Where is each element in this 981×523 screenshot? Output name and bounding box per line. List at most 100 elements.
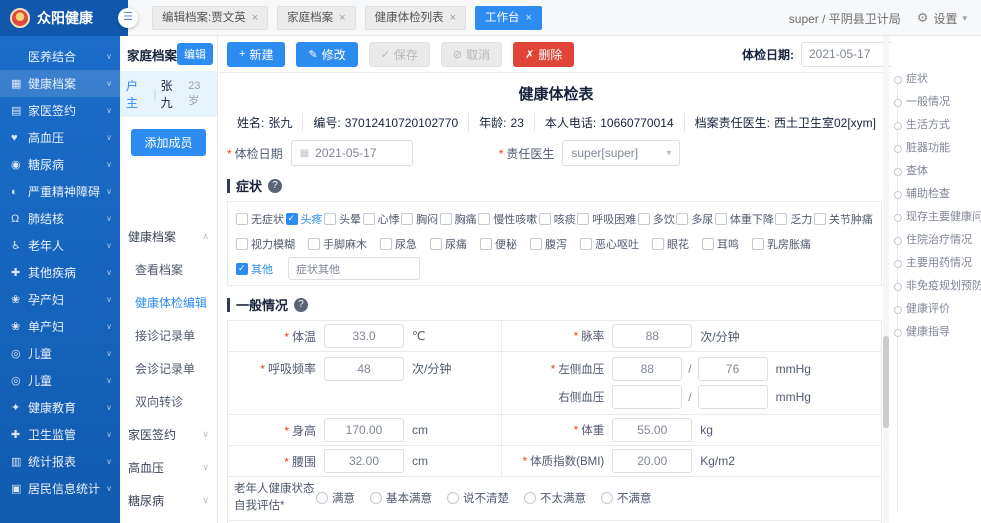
symptom-checkbox[interactable]: 恶心呕吐 (580, 236, 639, 252)
exam-date-input[interactable]: ▦ 2021-05-17 (291, 140, 413, 166)
radio-option[interactable]: 满意 (316, 490, 355, 506)
symptom-checkbox[interactable]: 无症状 (236, 211, 284, 227)
symptom-checkbox[interactable]: 腹泻 (530, 236, 567, 252)
anchor-nav-item[interactable]: 主要用药情况 (892, 252, 981, 275)
sidebar-item[interactable]: ▣ 居民信息统计 ∨ (0, 475, 120, 502)
pulse-input[interactable]: 88 (612, 324, 692, 348)
radio-option[interactable]: 不满意 (601, 490, 652, 506)
symptom-checkbox[interactable]: 尿痛 (430, 236, 467, 252)
symptom-checkbox[interactable]: 眼花 (652, 236, 689, 252)
menu-item[interactable]: 查看档案 (120, 253, 217, 286)
sidebar-item[interactable]: ◎ 儿童 ∨ (0, 367, 120, 394)
symptom-checkbox[interactable]: 慢性咳嗽 (478, 211, 537, 227)
anchor-nav-item[interactable]: 一般情况 (892, 91, 981, 114)
sidebar-item[interactable]: ♥ 高血压 ∨ (0, 124, 120, 151)
anchor-nav-item[interactable]: 健康评价 (892, 298, 981, 321)
anchor-nav-item[interactable]: 非免疫规划预防接种史 (892, 275, 981, 298)
menu-item[interactable]: 双向转诊 (120, 385, 217, 418)
symptom-checkbox[interactable]: 关节肿痛 (814, 211, 873, 227)
sidebar-item[interactable]: ❀ 单产妇 ∨ (0, 313, 120, 340)
menu-section-collapsed[interactable]: 糖尿病 ∨ (120, 484, 217, 517)
symptom-checkbox[interactable]: 胸痛 (440, 211, 477, 227)
radio-option[interactable]: 基本满意 (370, 490, 432, 506)
toolbar-button[interactable]: ⊘ 取消 (441, 42, 502, 67)
symptom-checkbox[interactable]: 心悸 (363, 211, 400, 227)
anchor-nav-item[interactable]: 住院治疗情况 (892, 229, 981, 252)
sidebar-item[interactable]: ◎ 儿童 ∨ (0, 340, 120, 367)
menu-section-health-archive[interactable]: 健康档案 ∧ (120, 220, 217, 253)
bp-right-systolic-input[interactable] (612, 385, 682, 409)
radio-option[interactable]: 说不清楚 (447, 490, 509, 506)
bmi-input[interactable]: 20.00 (612, 449, 692, 473)
anchor-nav-item[interactable]: 脏器功能 (892, 137, 981, 160)
menu-item[interactable]: 接诊记录单 (120, 319, 217, 352)
close-icon[interactable]: × (450, 7, 456, 29)
breath-input[interactable]: 48 (324, 357, 404, 381)
tab[interactable]: 编辑档案:贾文英 × (152, 6, 268, 30)
radio-option[interactable]: 不太满意 (524, 490, 586, 506)
symptom-checkbox[interactable]: 耳鸣 (702, 236, 739, 252)
sidebar-item[interactable]: ▦ 健康档案 ∨ (0, 70, 120, 97)
temperature-input[interactable]: 33.0 (324, 324, 404, 348)
symptom-checkbox[interactable]: 头疼 (286, 211, 323, 227)
edit-family-button[interactable]: 编辑 (177, 43, 213, 65)
symptom-checkbox[interactable]: 视力模糊 (236, 236, 295, 252)
symptom-checkbox[interactable]: 便秘 (480, 236, 517, 252)
toolbar-button[interactable]: ✎ 修改 (296, 42, 357, 67)
add-member-button[interactable]: 添加成员 (131, 129, 205, 156)
sidebar-item[interactable]: 医养结合 ∨ (0, 43, 120, 70)
symptom-checkbox[interactable]: 头晕 (324, 211, 361, 227)
help-icon[interactable]: ? (294, 298, 308, 312)
close-icon[interactable]: × (526, 7, 532, 29)
family-member-row[interactable]: 户主 | 张九 23岁 (120, 71, 217, 117)
symptom-checkbox[interactable]: 多尿 (676, 211, 713, 227)
bp-right-diastolic-input[interactable] (698, 385, 768, 409)
bp-left-systolic-input[interactable]: 88 (612, 357, 682, 381)
sidebar-item[interactable]: ◉ 糖尿病 ∨ (0, 151, 120, 178)
menu-section-collapsed[interactable]: 其他疾病 ∨ (120, 517, 217, 523)
sidebar-item[interactable]: ▤ 家医签约 ∨ (0, 97, 120, 124)
anchor-nav-item[interactable]: 现存主要健康问题 (892, 206, 981, 229)
height-input[interactable]: 170.00 (324, 418, 404, 442)
sidebar-collapse-icon[interactable]: ☰ (118, 8, 138, 28)
tab[interactable]: 健康体检列表 × (365, 6, 466, 30)
sidebar-item[interactable]: ❀ 孕产妇 ∨ (0, 286, 120, 313)
menu-section-collapsed[interactable]: 家医签约 ∨ (120, 418, 217, 451)
sidebar-item[interactable]: Ω 肺结核 ∨ (0, 205, 120, 232)
anchor-nav-item[interactable]: 辅助检查 (892, 183, 981, 206)
symptom-checkbox[interactable]: 乏力 (775, 211, 812, 227)
symptom-other-input[interactable]: 症状其他 (288, 257, 420, 280)
anchor-nav-item[interactable]: 症状 (892, 68, 981, 91)
symptom-checkbox[interactable]: 呼吸困难 (577, 211, 636, 227)
help-icon[interactable]: ? (268, 179, 282, 193)
settings-menu[interactable]: ⚙ 设置 ▾ (917, 10, 967, 27)
close-icon[interactable]: × (252, 7, 258, 29)
sidebar-item[interactable]: ✚ 其他疾病 ∨ (0, 259, 120, 286)
symptom-checkbox[interactable]: 胸闷 (401, 211, 438, 227)
sidebar-item[interactable]: ✦ 健康教育 ∨ (0, 394, 120, 421)
symptom-checkbox[interactable]: 咳痰 (539, 211, 576, 227)
toolbar-button[interactable]: ✓ 保存 (369, 42, 430, 67)
anchor-nav-item[interactable]: 查体 (892, 160, 981, 183)
symptom-checkbox[interactable]: 手脚麻木 (308, 236, 367, 252)
symptom-checkbox[interactable]: 体重下降 (715, 211, 774, 227)
menu-item[interactable]: 会诊记录单 (120, 352, 217, 385)
menu-section-collapsed[interactable]: 高血压 ∨ (120, 451, 217, 484)
anchor-nav-item[interactable]: 生活方式 (892, 114, 981, 137)
sidebar-item[interactable]: ▥ 统计报表 ∨ (0, 448, 120, 475)
doctor-select[interactable]: super[super] ▾ (562, 140, 680, 166)
toolbar-button[interactable]: ✗ 删除 (513, 42, 574, 67)
sidebar-item[interactable]: ♿ 老年人 ∨ (0, 232, 120, 259)
close-icon[interactable]: × (339, 7, 345, 29)
menu-item[interactable]: 健康体检编辑 (120, 286, 217, 319)
weight-input[interactable]: 55.00 (612, 418, 692, 442)
bp-left-diastolic-input[interactable]: 76 (698, 357, 768, 381)
symptom-other-checkbox[interactable]: 其他 (236, 261, 273, 277)
anchor-nav-item[interactable]: 健康指导 (892, 321, 981, 344)
sidebar-item[interactable]: ✚ 卫生监管 ∨ (0, 421, 120, 448)
sidebar-item[interactable]: ◐ 严重精神障碍 ∨ (0, 178, 120, 205)
tab[interactable]: 工作台 × (475, 6, 542, 30)
symptom-checkbox[interactable]: 多饮 (638, 211, 675, 227)
scrollbar-thumb[interactable] (883, 336, 889, 428)
symptom-checkbox[interactable]: 乳房胀痛 (752, 236, 811, 252)
